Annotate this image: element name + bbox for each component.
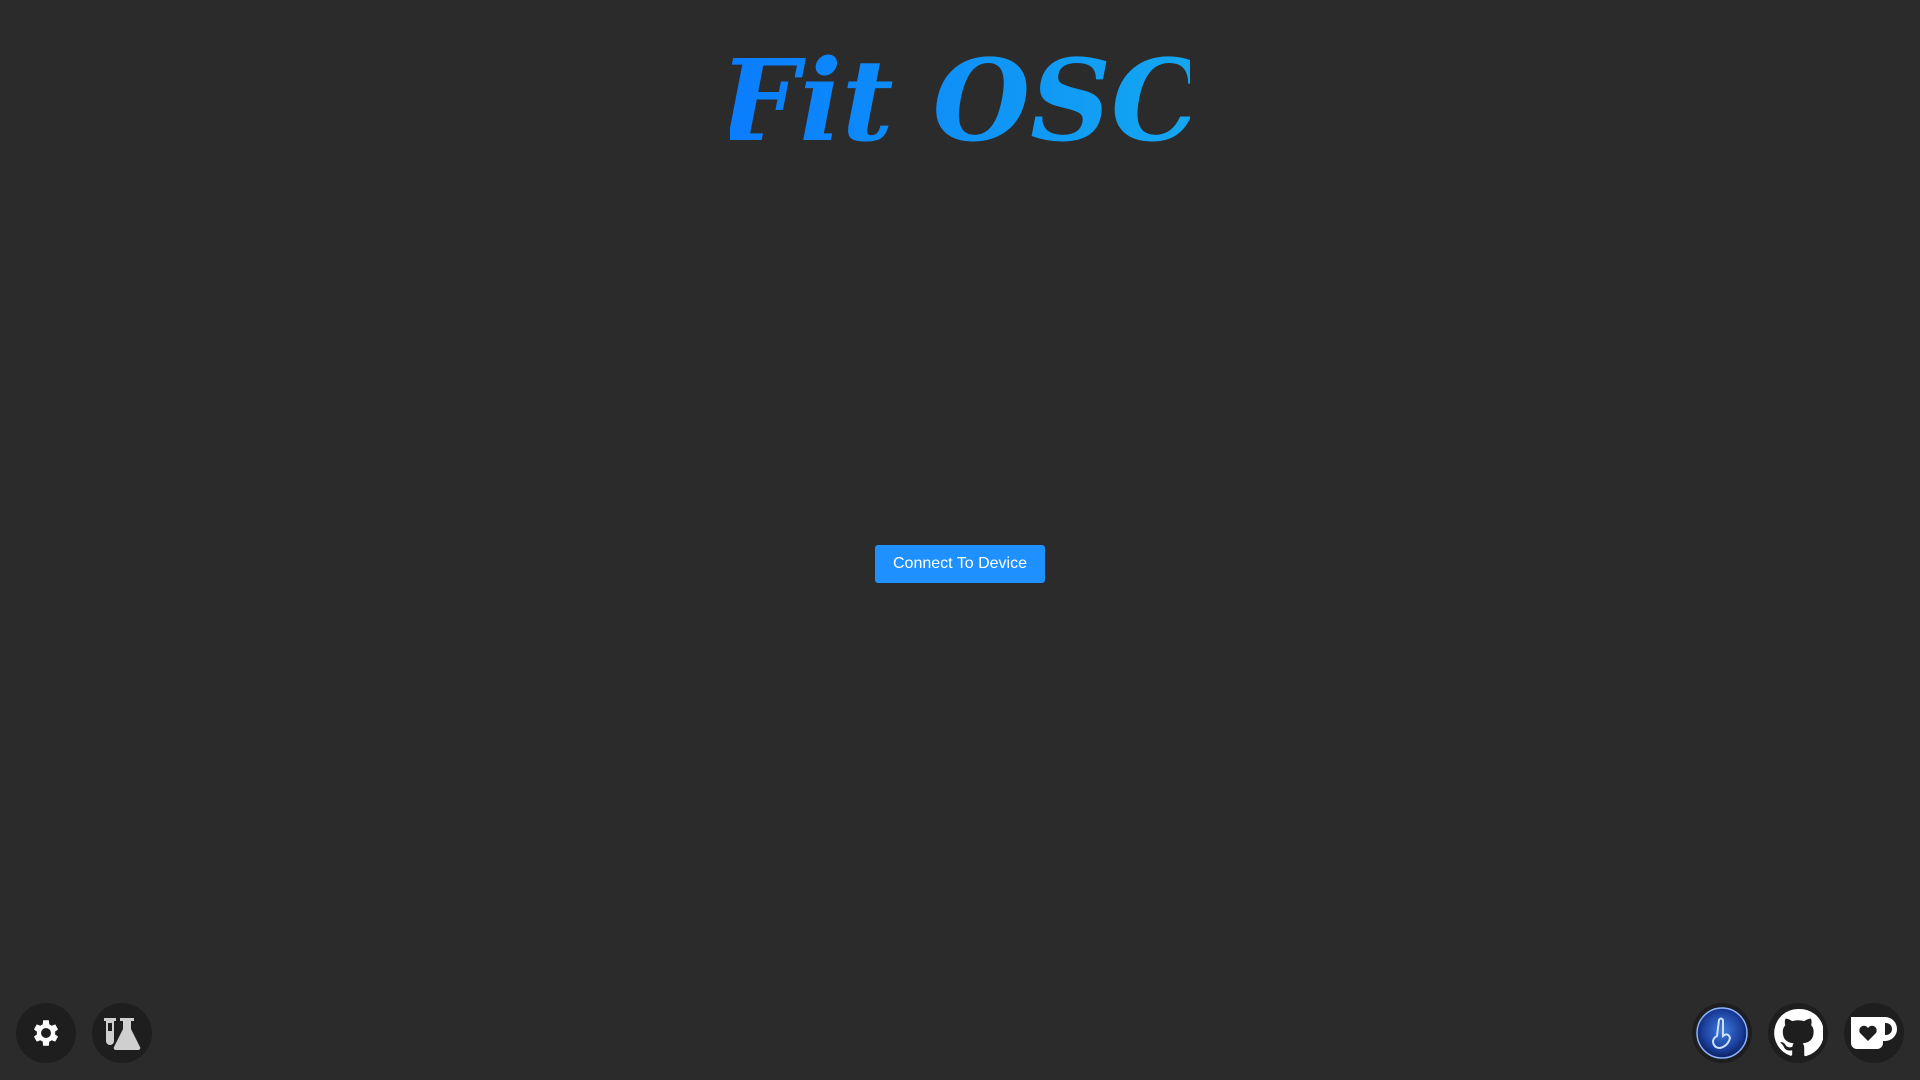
app-logo-link[interactable] [1692,1003,1752,1063]
experimental-button[interactable] [92,1003,152,1063]
app-title-text: Fit OSC [730,40,1190,167]
page: Fit OSC Connect To Device [0,0,1920,1080]
flask-icon [104,1018,141,1051]
kofi-cup-icon [1851,1017,1897,1049]
github-icon [1774,1009,1823,1057]
hand-logo-icon [1696,1007,1748,1059]
app-title: Fit OSC [0,40,1920,170]
gear-icon [33,1020,59,1046]
github-link[interactable] [1768,1003,1828,1063]
kofi-link[interactable] [1844,1003,1904,1063]
app-title-svg: Fit OSC [730,40,1190,167]
connect-to-device-button[interactable]: Connect To Device [875,545,1045,583]
settings-button[interactable] [16,1003,76,1063]
